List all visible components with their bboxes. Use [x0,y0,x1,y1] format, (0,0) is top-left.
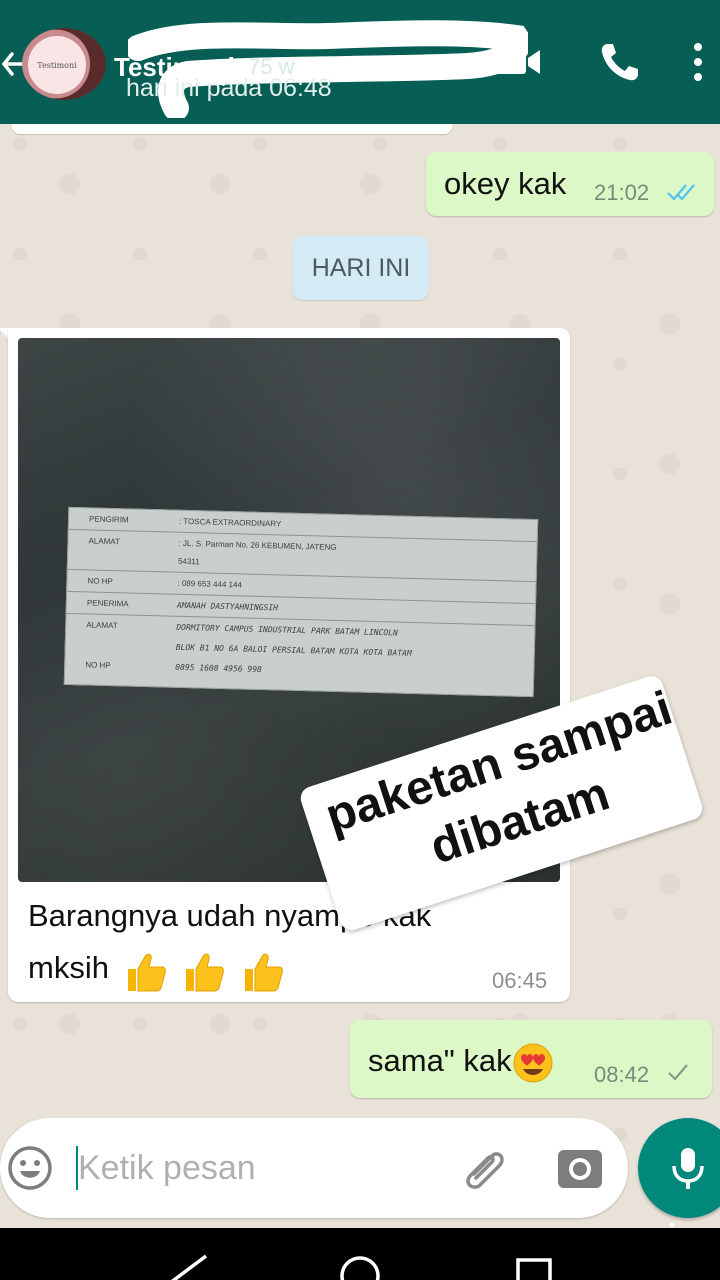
chat-header: Testimoni Testimoni 75 w hari ini pada 0… [0,0,720,124]
system-navigation-bar [0,1228,720,1280]
microphone-icon [672,1148,704,1189]
outgoing-message[interactable]: okey kak 21:02 [426,152,714,216]
avatar-logo-text: Testimoni [28,36,86,94]
paperclip-attach-icon[interactable] [460,1144,510,1192]
outgoing-message[interactable]: sama" kak 08:42 [350,1020,712,1098]
label-value: 54311 [177,556,200,567]
video-call-icon[interactable] [494,44,542,80]
thumbs-up-icon [244,953,283,992]
nav-recent-apps-icon[interactable] [516,1258,552,1280]
previous-message-edge [12,124,452,134]
message-text: okey kak [444,166,567,201]
label-value: : TOSCA EXTRAORDINARY [178,516,282,529]
double-check-read-icon [667,184,695,201]
message-composer [0,1118,628,1218]
message-time: 06:45 [492,968,548,993]
label-key: NO HP [85,660,111,671]
message-time: 08:42 [594,1062,650,1087]
phone-call-icon[interactable] [598,40,642,84]
label-value: : 089 653 444 144 [177,578,243,590]
label-key [86,640,166,642]
thumbs-up-icon [127,953,166,992]
more-options-icon[interactable] [690,42,706,82]
chat-area[interactable]: okey kak 21:02 HARI INI PENGIRIM : TOSCA… [0,124,720,1228]
thumbs-up-icon [186,953,225,992]
nav-back-icon[interactable] [166,1252,210,1280]
label-value: AMANAH DASTYAHNINGSIH [176,600,279,613]
last-seen-status: hari ini pada 06:48 [126,74,332,102]
camera-icon[interactable] [556,1144,604,1192]
label-key: ALAMAT [88,536,121,547]
label-key [88,554,168,556]
label-key: PENGIRIM [88,514,129,525]
emoji-icon[interactable] [6,1144,54,1192]
heart-eyes-emoji-icon [513,1043,553,1083]
message-text: sama" kak [368,1043,512,1079]
label-key: PENERIMA [86,598,129,609]
label-key: NO HP [87,576,113,587]
label-key: ALAMAT [86,620,118,631]
message-time: 21:02 [594,180,650,205]
thumbs-up-emojis [122,944,289,996]
date-separator: HARI INI [293,236,429,300]
message-input[interactable] [78,1144,438,1192]
message-text-row: sama" kak [368,1042,554,1084]
nav-home-icon[interactable] [338,1254,382,1280]
single-check-sent-icon [668,1064,688,1081]
avatar[interactable]: Testimoni [22,28,106,100]
